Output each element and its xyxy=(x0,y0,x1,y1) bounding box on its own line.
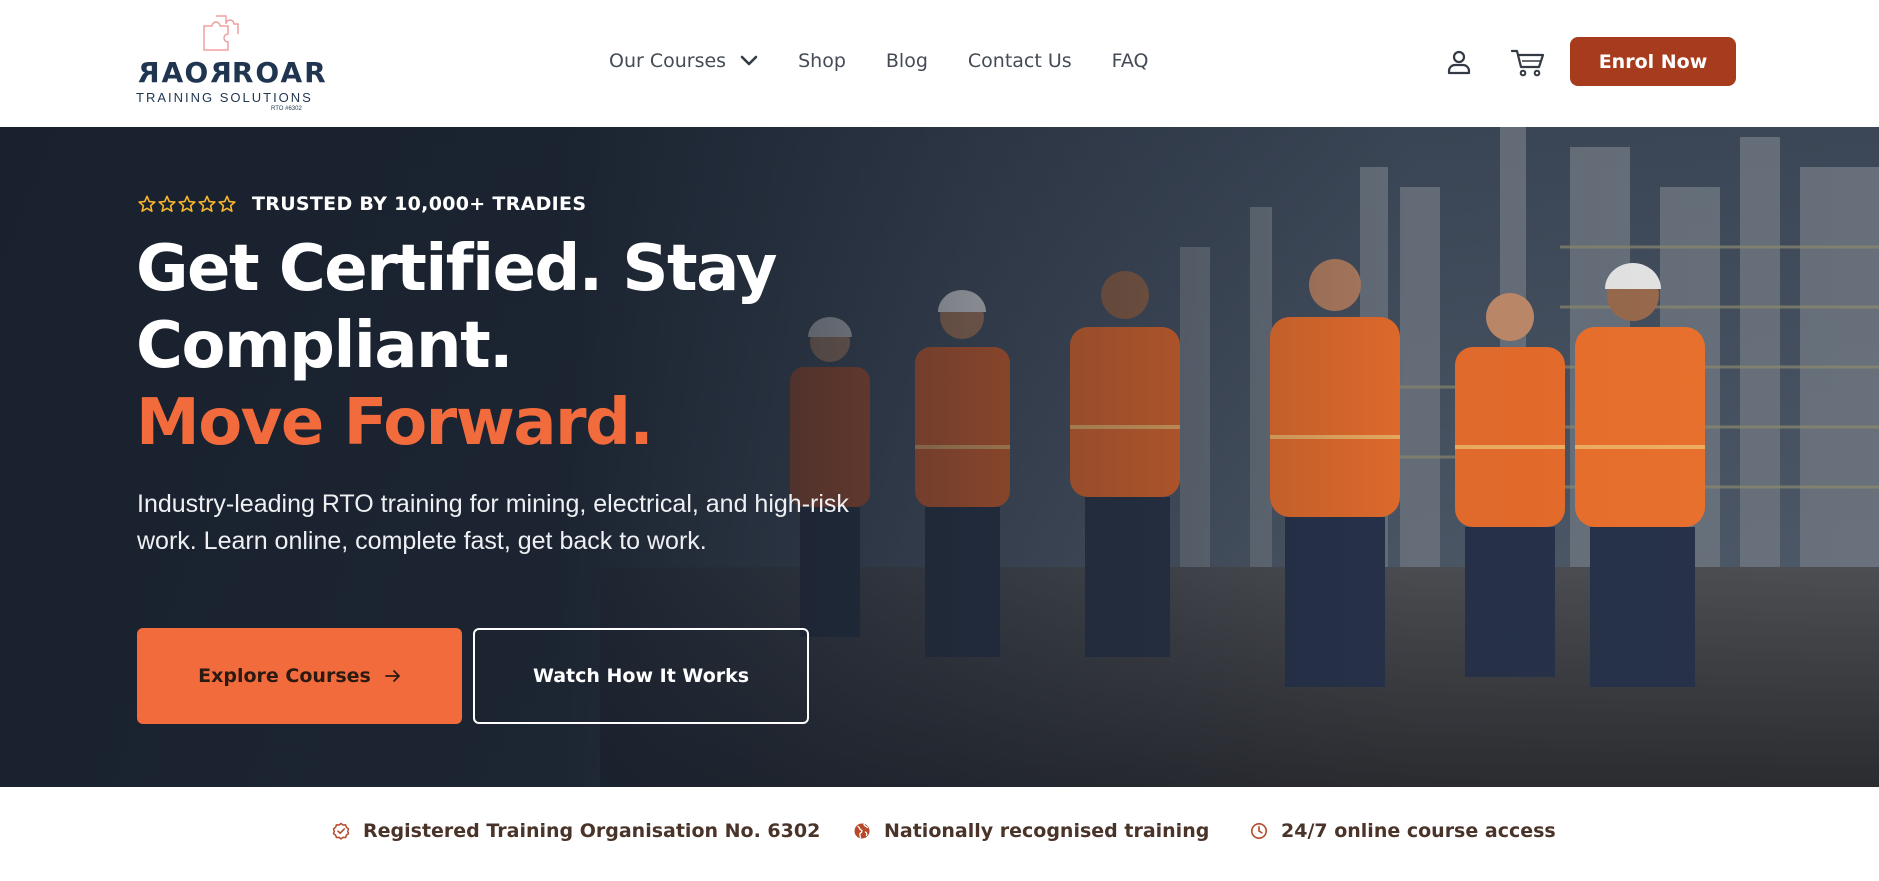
brand-name: ROAR xyxy=(231,56,328,89)
user-account-button[interactable] xyxy=(1446,49,1472,75)
check-badge-icon xyxy=(332,822,350,840)
features-strip: Registered Training Organisation No. 630… xyxy=(0,787,1879,881)
star-icon xyxy=(138,195,156,213)
trust-badge: TRUSTED BY 10,000+ TRADIES xyxy=(138,193,586,215)
feature-rto: Registered Training Organisation No. 630… xyxy=(332,820,820,842)
headline-accent: Move Forward. xyxy=(136,386,654,460)
star-icon xyxy=(198,195,216,213)
feature-text: Nationally recognised training xyxy=(884,820,1210,842)
watch-how-it-works-button[interactable]: Watch How It Works xyxy=(473,628,809,724)
hero-subtext: Industry-leading RTO training for mining… xyxy=(137,486,937,560)
hero-section: TRUSTED BY 10,000+ TRADIES Get Certified… xyxy=(0,127,1879,787)
feature-access: 24/7 online course access xyxy=(1250,820,1556,842)
brand-rto-number: RTO #6302 xyxy=(271,106,302,112)
cart-icon xyxy=(1510,49,1545,82)
brand-wordmark: ROARROAR xyxy=(136,56,328,89)
nav-item-our-courses[interactable]: Our Courses xyxy=(609,50,758,72)
nav-item-label: Contact Us xyxy=(967,50,1072,72)
user-icon xyxy=(1446,50,1472,79)
nav-item-label: Our Courses xyxy=(609,50,727,72)
cart-button[interactable] xyxy=(1510,48,1545,78)
star-icon xyxy=(158,195,176,213)
explore-courses-label: Explore Courses xyxy=(198,665,371,687)
brand-mirrored-name: ROAR xyxy=(136,56,232,89)
star-icon xyxy=(178,195,196,213)
feature-text: 24/7 online course access xyxy=(1281,820,1556,842)
rating-stars xyxy=(138,195,238,213)
hero-headline: Get Certified. Stay Compliant. Move Forw… xyxy=(136,231,778,462)
subtext-line-1: Industry-leading RTO training for mining… xyxy=(137,490,849,518)
star-icon xyxy=(218,195,236,213)
feature-national: Nationally recognised training xyxy=(853,820,1209,842)
subtext-line-2: work. Learn online, complete fast, get b… xyxy=(137,527,707,555)
trust-text: TRUSTED BY 10,000+ TRADIES xyxy=(252,193,587,215)
headline-line-2: Compliant. xyxy=(136,309,513,383)
headline-line-1: Get Certified. Stay xyxy=(136,232,778,306)
enrol-now-button[interactable]: Enrol Now xyxy=(1570,37,1736,86)
nav-item-faq[interactable]: FAQ xyxy=(1112,50,1149,72)
arrow-right-icon xyxy=(384,669,401,683)
site-header: ROARROAR TRAINING SOLUTIONS RTO #6302 Ou… xyxy=(0,0,1879,127)
main-nav: Our Courses Shop Blog Contact Us FAQ xyxy=(609,48,1188,74)
nav-item-label: Shop xyxy=(798,50,846,72)
nav-item-label: FAQ xyxy=(1111,50,1149,72)
nav-item-blog[interactable]: Blog xyxy=(886,50,928,72)
clock-icon xyxy=(1250,822,1268,840)
nav-item-label: Blog xyxy=(885,50,928,72)
chevron-down-icon xyxy=(740,55,758,67)
feature-text: Registered Training Organisation No. 630… xyxy=(363,820,821,842)
globe-icon xyxy=(853,822,871,840)
brand-logo[interactable]: ROARROAR TRAINING SOLUTIONS RTO #6302 xyxy=(136,12,326,112)
nav-item-shop[interactable]: Shop xyxy=(798,50,846,72)
brand-tagline: TRAINING SOLUTIONS xyxy=(136,90,313,105)
nav-item-contact-us[interactable]: Contact Us xyxy=(968,50,1072,72)
explore-courses-button[interactable]: Explore Courses xyxy=(137,628,462,724)
puzzle-icon xyxy=(200,12,242,59)
